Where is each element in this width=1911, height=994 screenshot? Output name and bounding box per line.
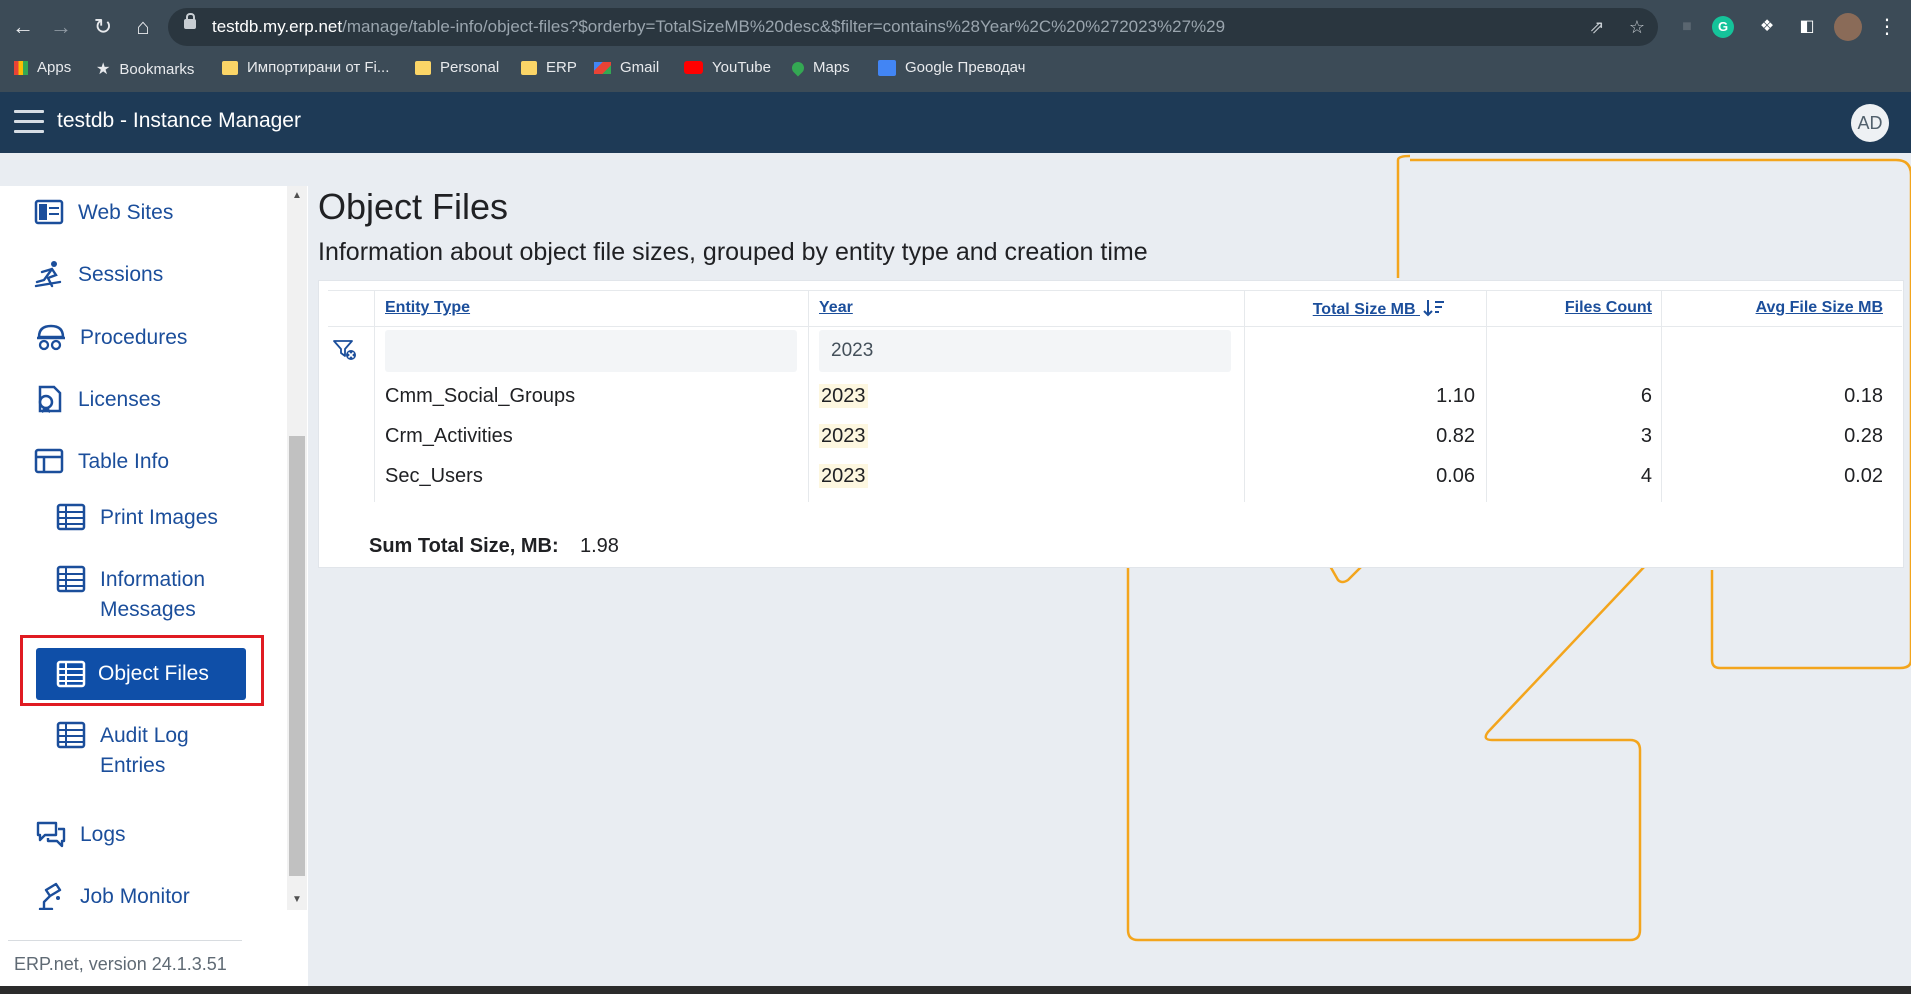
divider [8, 940, 242, 941]
sessions-icon [34, 261, 62, 288]
sidebar-item-sessions[interactable]: Sessions [34, 260, 163, 290]
scroll-up-icon[interactable]: ▲ [287, 186, 307, 206]
cell-total-size: 0.82 [1436, 425, 1475, 447]
cell-year: 2023 [819, 424, 868, 448]
cell-year: 2023 [819, 464, 868, 488]
clear-filter-icon[interactable] [333, 339, 357, 361]
entity-type-filter-input[interactable] [385, 330, 797, 372]
cell-files-count: 4 [1640, 465, 1652, 487]
cell-avg-size: 0.02 [1844, 465, 1883, 487]
web-sites-icon [34, 199, 64, 225]
sum-total-size-value: 1.98 [580, 535, 619, 557]
cell-total-size: 1.10 [1436, 385, 1475, 407]
job-monitor-icon [38, 882, 62, 910]
os-taskbar [0, 986, 1911, 994]
cell-entity-type: Cmm_Social_Groups [385, 385, 576, 407]
object-files-table: Entity Type Year Total Size MB Files Cou… [318, 280, 1904, 568]
sidebar-item-job-monitor[interactable]: Job Monitor [36, 882, 190, 912]
sidebar-scroll-thumb[interactable] [289, 436, 305, 876]
page-title: Object Files [318, 186, 509, 227]
page-subtitle: Information about object file sizes, gro… [318, 238, 1148, 266]
cell-entity-type: Sec_Users [385, 465, 483, 487]
cell-avg-size: 0.28 [1844, 425, 1883, 447]
column-header-avg-file-size[interactable]: Avg File Size MB [1756, 299, 1883, 317]
sidebar-item-print-images[interactable]: Print Images [56, 503, 218, 533]
cell-year: 2023 [819, 384, 868, 408]
table-icon [56, 565, 86, 593]
sidebar-item-logs[interactable]: Logs [36, 820, 126, 850]
column-header-files-count[interactable]: Files Count [1565, 299, 1652, 317]
cell-entity-type: Crm_Activities [385, 425, 513, 447]
cell-total-size: 0.06 [1436, 465, 1475, 487]
cell-files-count: 6 [1640, 385, 1652, 407]
licenses-icon [38, 385, 62, 413]
sidebar-item-procedures[interactable]: Procedures [36, 323, 187, 353]
sidebar-item-licenses[interactable]: Licenses [34, 385, 161, 415]
table-icon [56, 721, 86, 749]
sidebar-item-web-sites[interactable]: Web Sites [34, 198, 173, 228]
sum-total-size-label: Sum Total Size, MB: [369, 535, 559, 557]
cell-files-count: 3 [1640, 425, 1652, 447]
column-header-total-size[interactable]: Total Size MB [1313, 299, 1445, 319]
year-filter-input[interactable] [819, 330, 1231, 372]
logs-icon [36, 821, 66, 848]
sidebar: Web Sites Sessions Procedures Licenses T… [0, 186, 308, 986]
column-header-entity-type[interactable]: Entity Type [385, 299, 470, 317]
sidebar-item-information-messages[interactable]: Information Messages [56, 565, 205, 625]
cell-avg-size: 0.18 [1844, 385, 1883, 407]
table-icon [56, 503, 86, 531]
table-icon [56, 660, 86, 688]
sidebar-item-table-info[interactable]: Table Info [34, 447, 169, 477]
scroll-down-icon[interactable]: ▼ [287, 890, 307, 910]
version-text: ERP.net, version 24.1.3.51 [14, 954, 227, 974]
sidebar-item-object-files[interactable]: Object Files [36, 648, 246, 700]
procedures-icon [37, 324, 65, 351]
sidebar-item-audit-log-entries[interactable]: Audit Log Entries [56, 721, 189, 781]
column-header-year[interactable]: Year [819, 299, 853, 317]
sort-descending-icon [1423, 300, 1444, 317]
table-info-icon [34, 448, 64, 474]
